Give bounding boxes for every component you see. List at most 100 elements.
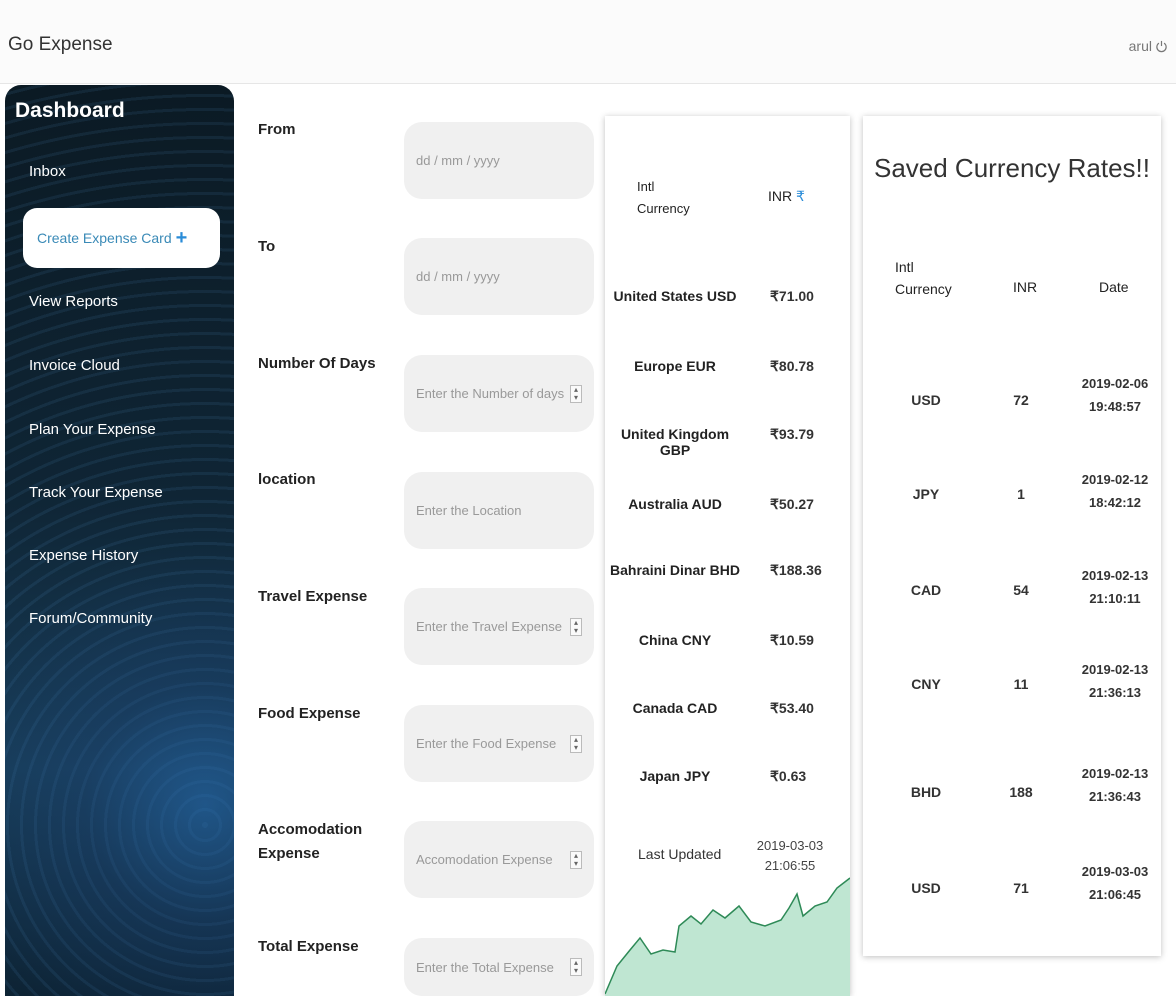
saved-date: 2019-02-13 (1081, 766, 1149, 781)
accomodation-label-line-1: Accomodation (258, 821, 363, 838)
sidebar-title[interactable]: Dashboard (15, 99, 125, 123)
saved-time: 21:10:11 (1089, 591, 1141, 606)
location-input[interactable]: Enter the Location (404, 472, 594, 549)
number-stepper-icon[interactable]: ▴ ▾ (570, 385, 582, 403)
rates-header-inr: INR ₹ (768, 188, 805, 205)
power-icon[interactable] (1155, 40, 1168, 53)
sidebar-item-label: Create Expense Card (37, 230, 172, 246)
saved-header-intl: Intl (895, 259, 914, 275)
saved-row-date: 2019-02-06 19:48:57 (1075, 372, 1155, 418)
sidebar-item-invoice-cloud[interactable]: Invoice Cloud (29, 357, 120, 374)
sidebar-item-create-expense-card[interactable]: Create Expense Card + (23, 208, 220, 268)
rate-row-name: Europe EUR (634, 358, 716, 374)
saved-header-date: Date (1099, 279, 1129, 295)
saved-header-inr: INR (1013, 279, 1038, 295)
sidebar-item-plan-your-expense[interactable]: Plan Your Expense (29, 421, 156, 438)
sidebar-item-inbox[interactable]: Inbox (29, 163, 66, 180)
saved-row-inr: 11 (1013, 676, 1029, 692)
user-menu[interactable]: arul (1129, 38, 1168, 54)
total-expense-placeholder: Enter the Total Expense (416, 959, 554, 975)
rate-row-value: ₹188.36 (770, 562, 822, 578)
accomodation-label-line-2: Expense (258, 845, 320, 862)
username[interactable]: arul (1129, 38, 1152, 54)
to-date-input[interactable]: dd / mm / yyyy (404, 238, 594, 315)
saved-row-currency: JPY (912, 486, 940, 502)
rate-row-value: ₹50.27 (770, 496, 814, 512)
saved-row-date: 2019-02-12 18:42:12 (1075, 468, 1155, 514)
saved-date: 2019-03-03 (1081, 864, 1149, 879)
from-label: From (258, 121, 296, 138)
saved-row-inr: 1 (1017, 486, 1025, 502)
app-title[interactable]: Go Expense (8, 34, 113, 56)
saved-date: 2019-02-12 (1081, 472, 1149, 487)
rates-header-currency: Intl Currency (637, 176, 690, 220)
rate-row-value: ₹10.59 (770, 632, 814, 648)
rate-row-name: Bahraini Dinar BHD (610, 562, 740, 578)
rate-row-value: ₹71.00 (770, 288, 814, 304)
plus-icon: + (175, 227, 188, 249)
sidebar-item-forum-community[interactable]: Forum/Community (29, 610, 152, 627)
travel-expense-label: Travel Expense (258, 588, 368, 605)
sidebar: Dashboard Inbox Create Expense Card + Vi… (5, 85, 234, 996)
saved-row-inr: 188 (1009, 784, 1033, 800)
rate-row-name: Canada CAD (632, 700, 718, 716)
total-expense-label: Total Expense (258, 938, 359, 955)
saved-rates-title: Saved Currency Rates!! (873, 153, 1150, 183)
from-date-input[interactable]: dd / mm / yyyy (404, 122, 594, 199)
saved-date: 2019-02-13 (1081, 568, 1149, 583)
currency-rates-card: Intl Currency INR ₹ United States USD ₹7… (605, 116, 850, 996)
food-expense-input[interactable]: Enter the Food Expense ▴ ▾ (404, 705, 594, 782)
saved-row-inr: 72 (1013, 392, 1029, 408)
saved-row-currency: CNY (911, 676, 941, 692)
saved-row-inr: 54 (1013, 582, 1029, 598)
rupee-icon: ₹ (796, 188, 805, 204)
saved-date: 2019-02-13 (1081, 662, 1149, 677)
saved-time: 19:48:57 (1088, 399, 1142, 414)
to-date-placeholder: dd / mm / yyyy (416, 269, 500, 284)
saved-time: 21:36:43 (1088, 789, 1142, 804)
saved-row-currency: USD (911, 880, 941, 896)
travel-expense-input[interactable]: Enter the Travel Expense ▴ ▾ (404, 588, 594, 665)
saved-row-currency: CAD (910, 582, 942, 598)
saved-time: 18:42:12 (1088, 495, 1142, 510)
number-of-days-label: Number Of Days (258, 355, 376, 372)
saved-row-date: 2019-02-13 21:36:43 (1075, 762, 1155, 808)
total-expense-input[interactable]: Enter the Total Expense ▴ ▾ (404, 938, 594, 996)
saved-date: 2019-02-06 (1081, 376, 1149, 391)
saved-row-currency: USD (911, 392, 941, 408)
sidebar-item-expense-history[interactable]: Expense History (29, 547, 138, 564)
rate-trend-sparkline (605, 877, 850, 996)
rate-row-name: Japan JPY (639, 768, 711, 784)
sidebar-item-track-your-expense[interactable]: Track Your Expense (29, 484, 163, 501)
sidebar-item-view-reports[interactable]: View Reports (29, 293, 118, 310)
travel-expense-placeholder: Enter the Travel Expense (416, 619, 562, 634)
last-updated-label: Last Updated (638, 846, 722, 862)
number-of-days-input[interactable]: Enter the Number of days ▴ ▾ (404, 355, 594, 432)
saved-row-date: 2019-02-13 21:10:11 (1075, 564, 1155, 610)
number-stepper-icon[interactable]: ▴ ▾ (570, 851, 582, 869)
saved-time: 21:06:45 (1088, 887, 1142, 902)
saved-row-currency: BHD (910, 784, 942, 800)
rate-row-value: ₹53.40 (770, 700, 814, 716)
top-bar: Go Expense arul (0, 0, 1176, 84)
rate-row-value: ₹93.79 (770, 426, 814, 442)
to-label: To (258, 238, 276, 255)
saved-header-currency-word: Currency (895, 281, 952, 297)
accomodation-expense-input[interactable]: Accomodation Expense ▴ ▾ (404, 821, 594, 898)
rates-header-inr-text: INR (768, 188, 793, 204)
location-placeholder: Enter the Location (416, 503, 522, 518)
number-stepper-icon[interactable]: ▴ ▾ (570, 735, 582, 753)
saved-row-date: 2019-02-13 21:36:13 (1075, 658, 1155, 704)
saved-header-currency: Intl Currency (895, 256, 952, 300)
rate-row-value: ₹80.78 (770, 358, 814, 374)
rate-row-value: ₹0.63 (770, 768, 807, 784)
rate-row-name: China CNY (638, 632, 712, 648)
rate-row-name: United Kingdom GBP (620, 426, 730, 458)
saved-row-inr: 71 (1013, 880, 1029, 896)
number-stepper-icon[interactable]: ▴ ▾ (570, 618, 582, 636)
rate-row-name: Australia AUD (628, 496, 722, 512)
rate-row-name: United States USD (613, 288, 737, 304)
accomodation-expense-placeholder: Accomodation Expense (416, 852, 553, 867)
number-stepper-icon[interactable]: ▴ ▾ (570, 958, 582, 976)
saved-rates-card: Saved Currency Rates!! Intl Currency INR… (863, 116, 1161, 956)
